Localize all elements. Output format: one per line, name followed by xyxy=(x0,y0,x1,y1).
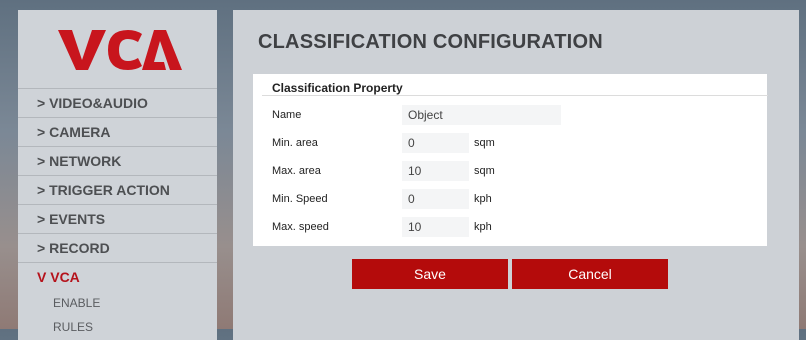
sidebar-item-video-audio[interactable]: > VIDEO&AUDIO xyxy=(18,88,217,117)
main-content: CLASSIFICATION CONFIGURATION Classificat… xyxy=(233,10,799,340)
chevron-right-icon: > xyxy=(37,211,46,227)
min-area-unit: sqm xyxy=(474,137,495,149)
chevron-right-icon: > xyxy=(37,95,46,111)
min-speed-unit: kph xyxy=(474,193,492,205)
classification-panel: Classification Property Name Min. area s… xyxy=(253,74,768,246)
sidebar-item-label: RECORD xyxy=(49,240,110,256)
max-area-label: Max. area xyxy=(272,165,321,177)
chevron-right-icon: > xyxy=(37,153,46,169)
chevron-right-icon: > xyxy=(37,182,46,198)
sidebar: > VIDEO&AUDIO > CAMERA > NETWORK > TRIGG… xyxy=(18,10,217,340)
panel-title: Classification Property xyxy=(262,82,768,96)
max-speed-input[interactable] xyxy=(402,217,469,237)
sidebar-subitem-rules[interactable]: RULES xyxy=(18,315,217,339)
vca-logo xyxy=(18,10,217,88)
sidebar-item-events[interactable]: > EVENTS xyxy=(18,204,217,233)
page-title: CLASSIFICATION CONFIGURATION xyxy=(258,31,603,53)
sidebar-item-label: TRIGGER ACTION xyxy=(49,182,170,198)
max-area-input[interactable] xyxy=(402,161,469,181)
sidebar-item-label: VIDEO&AUDIO xyxy=(49,95,148,111)
sidebar-item-network[interactable]: > NETWORK xyxy=(18,146,217,175)
sidebar-item-vca[interactable]: V VCA xyxy=(18,262,217,291)
sidebar-item-record[interactable]: > RECORD xyxy=(18,233,217,262)
chevron-down-icon: V xyxy=(37,269,47,285)
sidebar-item-label: EVENTS xyxy=(49,211,106,227)
min-area-input[interactable] xyxy=(402,133,469,153)
sidebar-item-camera[interactable]: > CAMERA xyxy=(18,117,217,146)
max-speed-unit: kph xyxy=(474,221,492,233)
name-input[interactable] xyxy=(402,105,561,125)
min-area-label: Min. area xyxy=(272,137,318,149)
sidebar-subitem-enable[interactable]: ENABLE xyxy=(18,291,217,315)
chevron-right-icon: > xyxy=(37,240,46,256)
save-button[interactable]: Save xyxy=(352,259,508,289)
sidebar-item-label: NETWORK xyxy=(49,153,122,169)
sidebar-item-label: VCA xyxy=(50,269,80,285)
vca-logo-icon xyxy=(57,30,182,70)
sidebar-item-label: CAMERA xyxy=(49,124,111,140)
max-area-unit: sqm xyxy=(474,165,495,177)
cancel-button[interactable]: Cancel xyxy=(512,259,668,289)
max-speed-label: Max. speed xyxy=(272,221,329,233)
name-label: Name xyxy=(272,109,302,121)
min-speed-label: Min. Speed xyxy=(272,193,328,205)
min-speed-input[interactable] xyxy=(402,189,469,209)
sidebar-item-trigger-action[interactable]: > TRIGGER ACTION xyxy=(18,175,217,204)
chevron-right-icon: > xyxy=(37,124,46,140)
